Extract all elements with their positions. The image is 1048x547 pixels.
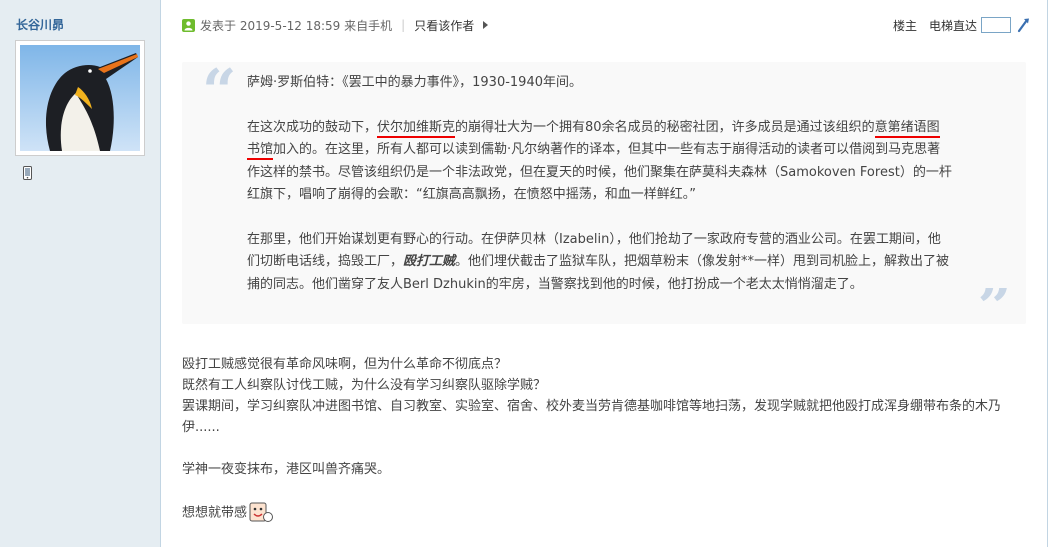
author-sidebar: 长谷川昴	[0, 0, 161, 547]
grinning-face-emoji-icon	[249, 502, 274, 522]
quote-paragraph-3: 在那里，他们开始谋划更有野心的行动。在伊萨贝林（Izabelin），他们抢劫了一…	[247, 229, 952, 297]
body-line: 学神一夜变抹布，港区叫兽齐痛哭。	[182, 462, 391, 477]
author-only-link[interactable]: 只看该作者	[414, 17, 474, 34]
header-separator: |	[401, 18, 406, 32]
quote-text-span: 在这次成功的鼓动下，	[247, 119, 378, 135]
post-timestamp: 发表于 2019-5-12 18:59 来自手机	[200, 18, 393, 33]
body-line-with-emoji: 想想就带感	[182, 501, 1032, 525]
online-status-icon	[182, 18, 195, 32]
open-quote-icon: “	[202, 57, 237, 127]
body-line: 既然有工人纠察队讨伐工贼，为什么没有学习纠察队驱除学贼？	[182, 378, 547, 393]
jump-floor-input[interactable]	[981, 17, 1011, 33]
jump-label: 电梯直达	[928, 18, 977, 33]
post-main: 发表于 2019-5-12 18:59 来自手机 | 只看该作者 楼主 电梯直达…	[162, 0, 1048, 547]
quote-text-span: 的崩得壮大为一个拥有80余名成员的秘密社团，许多成员是通过该组织的	[455, 119, 875, 135]
go-arrow-icon[interactable]	[1017, 17, 1031, 33]
emphasized-text: 殴打工贼	[403, 254, 456, 269]
quote-block: “ 萨姆·罗斯伯特：《罢工中的暴力事件》，1930-1940年间。 在这次成功的…	[182, 57, 1026, 328]
header-right: 楼主 电梯直达	[893, 17, 1031, 34]
underlined-place-name: 伏尔加维斯克	[377, 119, 456, 138]
post-header: 发表于 2019-5-12 18:59 来自手机 | 只看该作者 楼主 电梯直达	[182, 16, 1031, 34]
body-line: 殴打工贼感觉很有革命风味啊，但为什么革命不彻底点？	[182, 357, 508, 372]
mobile-phone-icon	[23, 166, 32, 180]
quote-paragraph-2: 在这次成功的鼓动下，伏尔加维斯克的崩得壮大为一个拥有80余名成员的秘密社团，许多…	[247, 117, 952, 207]
avatar[interactable]	[15, 40, 145, 156]
quote-text-span: 加入的。在这里，所有人都可以读到儒勒·凡尔纳著作的译本，但其中一些有志于崩得活动…	[247, 142, 952, 202]
floor-label[interactable]: 楼主	[893, 17, 917, 34]
post-body: 殴打工贼感觉很有革命风味啊，但为什么革命不彻底点？ 既然有工人纠察队讨伐工贼，为…	[182, 354, 1032, 525]
quote-text: 萨姆·罗斯伯特：《罢工中的暴力事件》，1930-1940年间。 在这次成功的鼓动…	[247, 72, 952, 318]
body-line: 罢课期间，学习纠察队冲进图书馆、自习教室、实验室、宿舍、校外麦当劳肯德基咖啡馆等…	[182, 399, 1002, 435]
penguin-avatar-icon	[20, 45, 140, 151]
play-arrow-icon[interactable]	[483, 21, 489, 29]
author-name-link[interactable]: 长谷川昴	[16, 16, 64, 33]
body-text-span: 想想就带感	[182, 505, 248, 521]
quote-paragraph-1: 萨姆·罗斯伯特：《罢工中的暴力事件》，1930-1940年间。	[247, 75, 582, 90]
close-quote-icon: ”	[977, 288, 1012, 328]
